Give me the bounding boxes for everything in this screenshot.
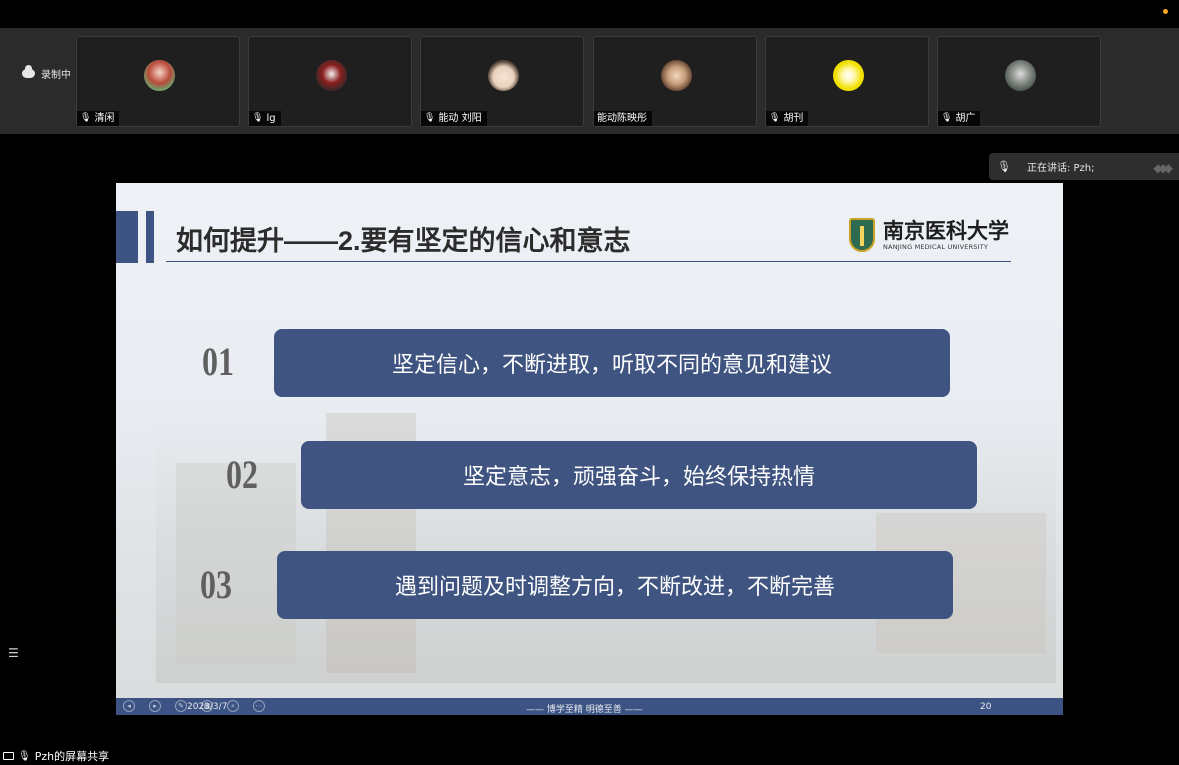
item-number: 02 [226, 452, 258, 497]
shared-slide: 如何提升——2.要有坚定的信心和意志 南京医科大学 NANJING MEDICA… [116, 183, 1063, 715]
participant-name: lg [266, 113, 276, 124]
mic-muted-icon: 🎙 [252, 113, 264, 123]
participant-name-tag: 🎙 胡广 [938, 111, 981, 126]
participant-name: 能动陈映彤 [597, 113, 647, 124]
participant-tile[interactable]: 🎙 胡刊 [765, 36, 929, 127]
item-text: 坚定意志，顽强奋斗，始终保持热情 [462, 464, 815, 489]
screen-share-label: 🎙 Pzh的屏幕共享 [3, 748, 109, 764]
screen-share-icon [3, 752, 14, 760]
slide-footer: ◂ ▸ ✎ ▦ ⌕ ⋯ 2023/3/7 —— 博学至精 明德至善 —— 20 [116, 698, 1063, 715]
avatar [833, 60, 864, 91]
avatar [316, 60, 347, 91]
speaker-mic-icon: 🎙 [997, 160, 1011, 173]
top-strip [0, 0, 1179, 28]
avatar [661, 60, 692, 91]
avatar [144, 60, 175, 91]
status-dot [1163, 9, 1168, 14]
slide-page-number: 20 [980, 702, 992, 712]
recording-indicator[interactable]: 录制中 [22, 65, 71, 81]
slide-motto: —— 博学至精 明德至善 —— [526, 705, 643, 715]
more-icon[interactable]: ⋯ [253, 700, 265, 712]
participant-tile[interactable]: 能动陈映彤 [593, 36, 757, 127]
mic-muted-icon: 🎙 [941, 113, 953, 123]
item-text: 遇到问题及时调整方向，不断改进，不断完善 [394, 574, 835, 599]
item-number: 01 [202, 339, 234, 384]
item-pill: 坚定意志，顽强奋斗，始终保持热情 [301, 441, 977, 509]
cloud-icon [22, 65, 35, 78]
slide-title: 如何提升——2.要有坚定的信心和意志 [176, 226, 631, 256]
avatar [1005, 60, 1036, 91]
speaker-avatars-icon: ◆◆◆ [1153, 161, 1173, 175]
participant-name-tag: 能动陈映彤 [594, 111, 652, 126]
item-pill: 遇到问题及时调整方向，不断改进，不断完善 [277, 551, 953, 619]
logo-name-cn: 南京医科大学 [883, 218, 1009, 243]
participant-name-tag: 🎙 清闲 [77, 111, 120, 126]
share-label-text: Pzh的屏幕共享 [34, 750, 110, 763]
participant-name: 能动 刘阳 [438, 113, 482, 124]
participant-tile[interactable]: 🎙 胡广 [937, 36, 1101, 127]
shield-icon [849, 218, 875, 252]
mic-muted-icon: 🎙 [80, 113, 92, 123]
participant-tile[interactable]: 🎙 清闲 [76, 36, 240, 127]
speaking-label: 正在讲话: Pzh; [1026, 163, 1095, 174]
logo-name-en: NANJING MEDICAL UNIVERSITY [883, 243, 989, 251]
item-pill: 坚定信心，不断进取，听取不同的意见和建议 [274, 329, 950, 397]
participant-tile[interactable]: 🎙 能动 刘阳 [420, 36, 584, 127]
university-logo: 南京医科大学 NANJING MEDICAL UNIVERSITY [849, 218, 1009, 252]
zoom-icon[interactable]: ⌕ [227, 700, 239, 712]
next-slide-icon[interactable]: ▸ [149, 700, 161, 712]
title-accent-bar [146, 211, 154, 263]
title-divider [166, 261, 1011, 262]
item-text: 坚定信心，不断进取，听取不同的意见和建议 [391, 352, 832, 377]
mic-muted-icon: 🎙 [424, 113, 436, 123]
item-number: 03 [200, 562, 232, 607]
participant-name: 胡广 [955, 113, 976, 124]
mic-muted-icon: 🎙 [769, 113, 781, 123]
participant-name: 胡刊 [783, 113, 804, 124]
participant-name-tag: 🎙 胡刊 [766, 111, 809, 126]
mic-icon: 🎙 [18, 750, 31, 762]
title-accent-bar [116, 211, 138, 263]
active-speaker-indicator: 🎙 正在讲话: Pzh; ◆◆◆ [989, 153, 1179, 180]
participant-name: 清闲 [94, 113, 115, 124]
list-menu-icon[interactable]: ☰ [8, 646, 19, 660]
previous-slide-icon[interactable]: ◂ [123, 700, 135, 712]
pen-icon[interactable]: ✎ [175, 700, 187, 712]
participant-tile[interactable]: 🎙 lg [248, 36, 412, 127]
participant-name-tag: 🎙 lg [249, 111, 281, 126]
slide-date: 2023/3/7 [187, 702, 228, 712]
avatar [488, 60, 519, 91]
participant-name-tag: 🎙 能动 刘阳 [421, 111, 487, 126]
recording-label: 录制中 [41, 70, 71, 81]
